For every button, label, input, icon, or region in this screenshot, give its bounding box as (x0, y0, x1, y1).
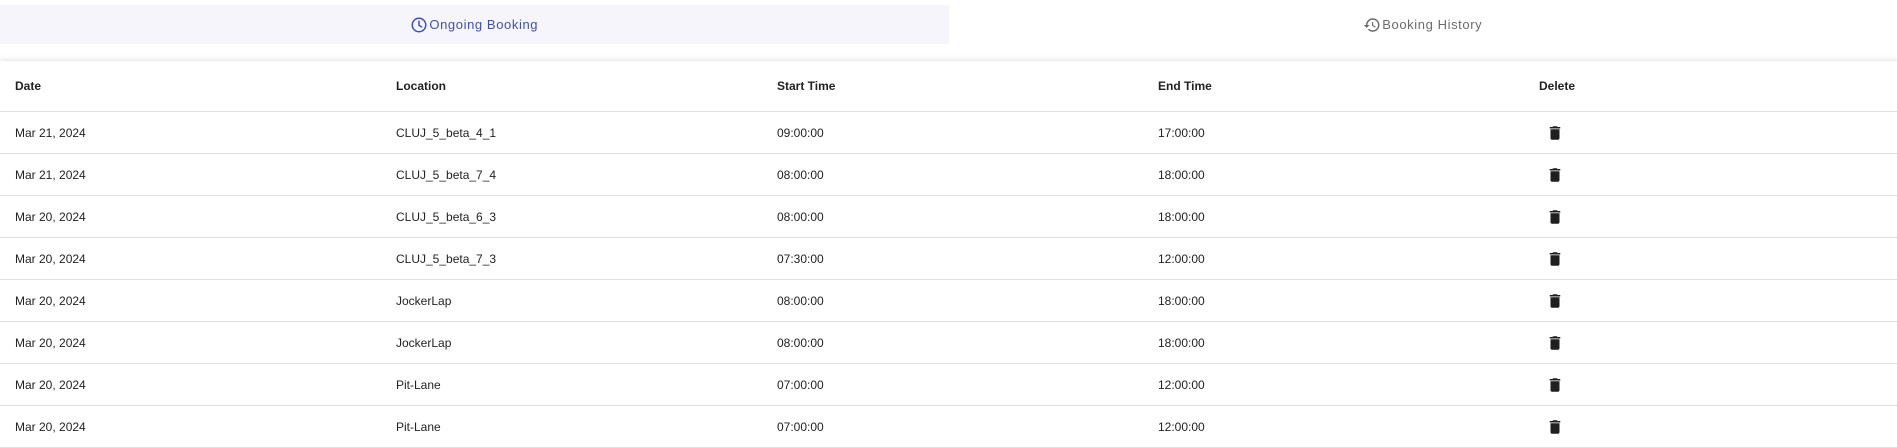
cell-start-time: 07:30:00 (762, 238, 1143, 280)
cell-start-time: 08:00:00 (762, 322, 1143, 364)
column-header-date: Date (0, 61, 381, 112)
cell-start-time: 07:00:00 (762, 364, 1143, 406)
table-row: Mar 21, 2024 CLUJ_5_beta_4_1 09:00:00 17… (0, 112, 1897, 154)
cell-end-time: 17:00:00 (1143, 112, 1524, 154)
cell-date: Mar 20, 2024 (0, 322, 381, 364)
column-header-location: Location (381, 61, 762, 112)
history-icon (1363, 16, 1381, 34)
cell-location: CLUJ_5_beta_7_3 (381, 238, 762, 280)
cell-delete (1524, 364, 1897, 406)
cell-date: Mar 20, 2024 (0, 364, 381, 406)
cell-delete (1524, 322, 1897, 364)
booking-tabs: Ongoing Booking Booking History (0, 5, 1897, 44)
cell-start-time: 08:00:00 (762, 196, 1143, 238)
cell-end-time: 18:00:00 (1143, 154, 1524, 196)
cell-delete (1524, 112, 1897, 154)
cell-location: CLUJ_5_beta_6_3 (381, 196, 762, 238)
table-row: Mar 20, 2024 CLUJ_5_beta_6_3 08:00:00 18… (0, 196, 1897, 238)
cell-start-time: 08:00:00 (762, 280, 1143, 322)
bookings-table-container: Date Location Start Time End Time Delete… (0, 60, 1897, 448)
trash-icon[interactable] (1546, 166, 1564, 184)
cell-delete (1524, 154, 1897, 196)
table-row: Mar 20, 2024 Pit-Lane 07:00:00 12:00:00 (0, 364, 1897, 406)
cell-location: CLUJ_5_beta_4_1 (381, 112, 762, 154)
cell-end-time: 12:00:00 (1143, 238, 1524, 280)
cell-location: Pit-Lane (381, 406, 762, 448)
table-row: Mar 20, 2024 Pit-Lane 07:00:00 12:00:00 (0, 406, 1897, 448)
cell-date: Mar 20, 2024 (0, 196, 381, 238)
trash-icon[interactable] (1546, 208, 1564, 226)
table-body: Mar 21, 2024 CLUJ_5_beta_4_1 09:00:00 17… (0, 112, 1897, 448)
cell-location: JockerLap (381, 322, 762, 364)
column-header-delete: Delete (1524, 61, 1897, 112)
trash-icon[interactable] (1546, 334, 1564, 352)
trash-icon[interactable] (1546, 376, 1564, 394)
table-row: Mar 20, 2024 JockerLap 08:00:00 18:00:00 (0, 280, 1897, 322)
cell-date: Mar 21, 2024 (0, 112, 381, 154)
table-header-row: Date Location Start Time End Time Delete (0, 61, 1897, 112)
table-row: Mar 20, 2024 CLUJ_5_beta_7_3 07:30:00 12… (0, 238, 1897, 280)
cell-start-time: 07:00:00 (762, 406, 1143, 448)
cell-location: CLUJ_5_beta_7_4 (381, 154, 762, 196)
tab-booking-history-label: Booking History (1382, 17, 1482, 32)
cell-date: Mar 20, 2024 (0, 280, 381, 322)
cell-delete (1524, 280, 1897, 322)
cell-start-time: 09:00:00 (762, 112, 1143, 154)
column-header-end-time: End Time (1143, 61, 1524, 112)
cell-location: JockerLap (381, 280, 762, 322)
tab-booking-history[interactable]: Booking History (949, 5, 1897, 44)
cell-delete (1524, 238, 1897, 280)
cell-date: Mar 21, 2024 (0, 154, 381, 196)
cell-start-time: 08:00:00 (762, 154, 1143, 196)
cell-end-time: 18:00:00 (1143, 280, 1524, 322)
trash-icon[interactable] (1546, 418, 1564, 436)
cell-date: Mar 20, 2024 (0, 406, 381, 448)
cell-end-time: 12:00:00 (1143, 406, 1524, 448)
cell-location: Pit-Lane (381, 364, 762, 406)
table-row: Mar 20, 2024 JockerLap 08:00:00 18:00:00 (0, 322, 1897, 364)
cell-delete (1524, 196, 1897, 238)
trash-icon[interactable] (1546, 124, 1564, 142)
clock-icon (410, 16, 428, 34)
tab-ongoing-booking-label: Ongoing Booking (429, 17, 538, 32)
table-row: Mar 21, 2024 CLUJ_5_beta_7_4 08:00:00 18… (0, 154, 1897, 196)
trash-icon[interactable] (1546, 292, 1564, 310)
cell-delete (1524, 406, 1897, 448)
cell-date: Mar 20, 2024 (0, 238, 381, 280)
column-header-start-time: Start Time (762, 61, 1143, 112)
bookings-table: Date Location Start Time End Time Delete… (0, 61, 1897, 448)
cell-end-time: 18:00:00 (1143, 196, 1524, 238)
cell-end-time: 18:00:00 (1143, 322, 1524, 364)
cell-end-time: 12:00:00 (1143, 364, 1524, 406)
tab-ongoing-booking[interactable]: Ongoing Booking (0, 5, 949, 44)
trash-icon[interactable] (1546, 250, 1564, 268)
